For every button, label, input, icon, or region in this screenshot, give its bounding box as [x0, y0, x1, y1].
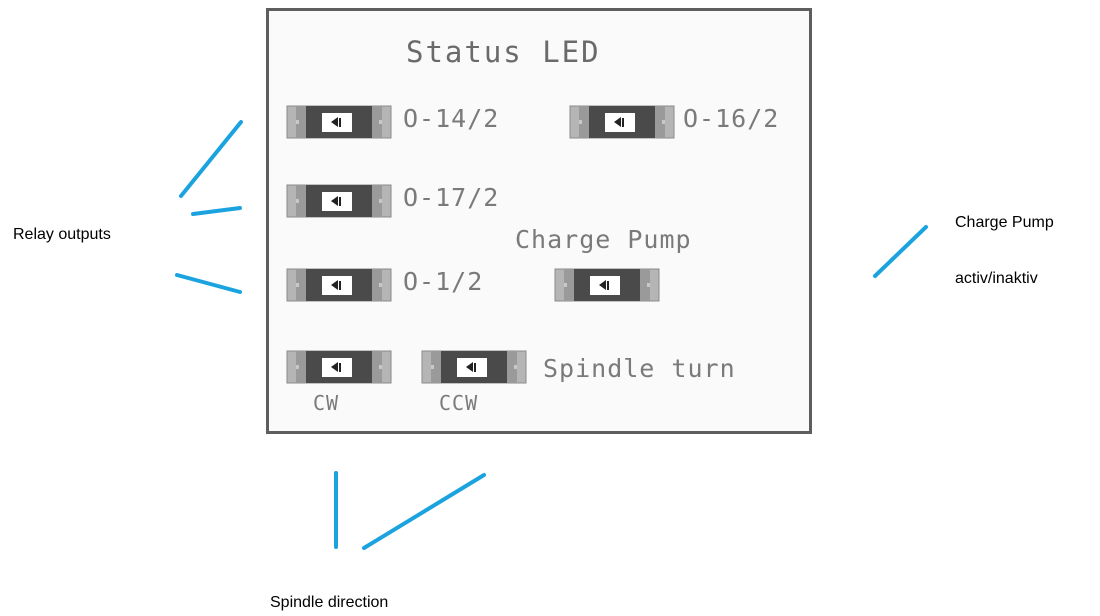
led-label-o-1-2: O-1/2 — [403, 267, 484, 296]
panel-title: Status LED — [406, 35, 601, 69]
led-ccw — [421, 349, 527, 385]
led-cw — [286, 349, 392, 385]
led-o-1-2 — [286, 267, 392, 303]
spindle-direction-label: Spindle direction — [270, 594, 389, 611]
spindle-turn-label: Spindle turn — [543, 354, 736, 383]
led-label-ccw: CCW — [439, 391, 479, 415]
led-charge-pump — [554, 267, 660, 303]
status-led-panel: Status LED O-14/2 O-16/2 O-17/2 Charge P… — [266, 8, 812, 434]
led-o-14-2 — [286, 104, 392, 140]
pointer-line-4 — [873, 225, 928, 278]
led-o-17-2 — [286, 183, 392, 219]
charge-pump-label: Charge Pump — [515, 225, 692, 254]
pointer-line-1 — [179, 120, 243, 198]
charge-pump-activity-label: activ/inaktiv — [955, 270, 1038, 287]
led-label-o-16-2: O-16/2 — [683, 104, 780, 133]
pointer-line-6 — [362, 473, 486, 550]
led-label-cw: CW — [313, 391, 340, 415]
relay-outputs-label: Relay outputs — [13, 226, 111, 243]
led-o-16-2 — [569, 104, 675, 140]
pointer-line-3 — [175, 273, 242, 294]
led-label-o-14-2: O-14/2 — [403, 104, 500, 133]
pointer-line-2 — [191, 206, 242, 216]
charge-pump-annotation-label: Charge Pump — [955, 214, 1054, 231]
led-label-o-17-2: O-17/2 — [403, 183, 500, 212]
